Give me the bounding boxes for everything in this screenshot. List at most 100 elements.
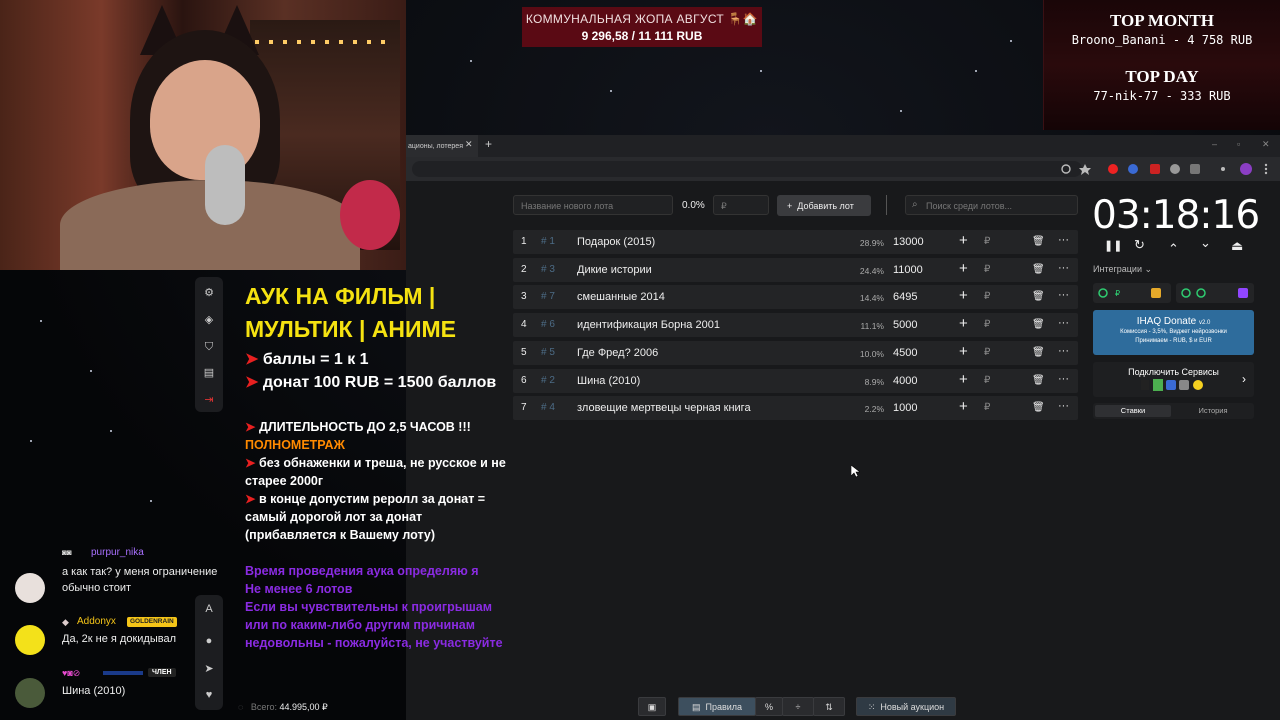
connect-services-button[interactable]: Подключить Сервисы › [1093,362,1254,397]
eject-icon[interactable]: ⏏ [1231,238,1243,254]
support-icon[interactable]: ♥ [203,689,215,701]
settings-icon[interactable]: ⚙ [203,287,215,299]
ruble-icon[interactable]: ₽ [984,402,990,413]
add-amount-icon[interactable]: + [959,232,968,249]
github-icon[interactable]: ● [203,635,215,647]
bottom-toolbar: ▣ ▤ Правила % ÷ ⇅ ⁙ Новый аукцион [638,697,956,716]
trash-icon[interactable]: 🗑 [1032,264,1045,275]
add-amount-icon[interactable]: + [959,315,968,332]
lot-amount[interactable]: 4000 [893,375,917,387]
rules-title-2: МУЛЬТИК | АНИМЕ [245,316,457,342]
integration-twitch-points[interactable]: ₽ [1093,283,1171,303]
minimize-icon[interactable]: – [1212,139,1217,149]
ruble-icon[interactable]: ₽ [984,291,990,302]
more-icon[interactable]: ··· [1058,345,1069,357]
integration-twitch[interactable] [1176,283,1254,303]
lot-amount[interactable]: 6495 [893,291,917,303]
lot-name[interactable]: Дикие истории [577,264,652,276]
sort-icon[interactable]: ⇅ [813,697,845,716]
maximize-icon[interactable]: ▫ [1237,139,1240,149]
increase-time-icon[interactable]: ⌃ [1168,241,1179,257]
more-icon[interactable]: ··· [1058,400,1069,412]
add-amount-icon[interactable]: + [959,287,968,304]
close-window-icon[interactable]: ✕ [1262,139,1270,150]
trash-icon[interactable]: 🗑 [1032,375,1045,386]
lot-percent: 11.1% [860,321,884,332]
lot-row[interactable]: 1 # 1 Подарок (2015) 28.9% 13000 + ₽ 🗑 ··· [513,230,1078,254]
chat-username[interactable]: Addonyx [77,616,116,627]
pause-icon[interactable]: ❚❚ [1104,239,1122,252]
lot-name[interactable]: смешанные 2014 [577,291,665,303]
divide-icon[interactable]: ÷ [782,697,814,716]
add-amount-icon[interactable]: + [959,260,968,277]
more-icon[interactable]: ··· [1058,289,1069,301]
rules-button[interactable]: ▤ Правила [678,697,756,716]
layers-icon[interactable]: ◈ [203,314,215,326]
lot-name[interactable]: идентификация Борна 2001 [577,319,720,331]
ihaq-donate-banner[interactable]: IHAQ Donate v2.0 Комиссия - 3,5%, Виджет… [1093,310,1254,355]
shield-icon[interactable]: ⛉ [203,341,215,353]
address-bar[interactable] [412,161,1082,177]
more-icon[interactable]: ··· [1058,373,1069,385]
lot-amount[interactable]: 4500 [893,347,917,359]
ruble-icon[interactable]: ₽ [984,347,990,358]
ruble-icon[interactable]: ₽ [984,319,990,330]
reroll-rule: в конце допустим реролл за донат = самый… [245,492,486,542]
extension-icons[interactable] [1060,162,1270,176]
lot-amount[interactable]: 13000 [893,236,924,248]
add-amount-icon[interactable]: + [959,343,968,360]
search-lots-input[interactable]: ⌕ Поиск среди лотов... [905,195,1078,215]
trash-icon[interactable]: 🗑 [1032,347,1045,358]
ruble-icon[interactable]: ₽ [984,264,990,275]
decrease-time-icon[interactable]: ⌄ [1200,235,1211,251]
donation-goal: КОММУНАЛЬНАЯ ЖОПА АВГУСТ 🪑🏠 9 296,58 / 1… [522,7,762,47]
tab-close-icon[interactable]: ✕ [465,139,473,150]
more-icon[interactable]: ··· [1058,317,1069,329]
lot-amount[interactable]: 1000 [893,402,917,414]
trash-icon[interactable]: 🗑 [1032,291,1045,302]
ruble-icon[interactable]: ₽ [984,236,990,247]
lot-amount[interactable]: 11000 [893,264,923,276]
lot-index: 2 [521,263,527,275]
new-auction-button[interactable]: ⁙ Новый аукцион [856,697,956,716]
eye-off-icon[interactable]: ◌ [238,702,243,712]
lot-row[interactable]: 7 # 4 зловещие мертвецы черная книга 2.2% 10… [513,396,1078,421]
new-tab-icon[interactable]: + [485,137,492,151]
add-amount-icon[interactable]: + [959,398,968,415]
more-icon[interactable]: ··· [1058,234,1069,246]
tab-history[interactable]: История [1175,405,1251,417]
chat-message-text: Шина (2010) [62,685,126,697]
new-auction-label: Новый аукцион [880,702,945,712]
logout-icon[interactable]: ⇥ [203,394,215,406]
lot-amount[interactable]: 5000 [893,319,917,331]
percent-button[interactable]: % [755,697,783,716]
arrow-icon: ➤ [245,420,256,434]
lot-row[interactable]: 4 # 6 идентификация Борна 2001 11.1% 5000 + ₽ 🗑… [513,313,1078,338]
lot-row[interactable]: 3 # 7 смешанные 2014 14.4% 6495 + ₽ 🗑 ··· [513,285,1078,310]
save-icon[interactable]: ▣ [638,697,666,716]
ruble-icon[interactable]: ₽ [984,375,990,386]
history-icon[interactable]: ▤ [203,367,215,379]
add-amount-icon[interactable]: + [959,371,968,388]
trash-icon[interactable]: 🗑 [1032,402,1045,413]
chat-username[interactable]: purpur_nika [91,547,144,558]
chat-username-hidden[interactable] [103,671,143,675]
add-lot-button[interactable]: + Добавить лот [777,195,871,216]
lot-name[interactable]: Где Фред? 2006 [577,347,658,359]
lot-name[interactable]: Шина (2010) [577,375,640,387]
reset-icon[interactable]: ↻ [1134,237,1145,253]
integrations-header[interactable]: Интеграции ⌄ [1093,264,1193,275]
lot-row[interactable]: 6 # 2 Шина (2010) 8.9% 4000 + ₽ 🗑 ··· [513,368,1078,393]
new-lot-amount-input[interactable]: ₽ [713,195,769,215]
lot-name[interactable]: Подарок (2015) [577,236,655,248]
tab-bets[interactable]: Ставки [1095,405,1171,417]
lot-row[interactable]: 2 # 3 Дикие истории 24.4% 11000 + ₽ 🗑 ··· [513,257,1078,282]
lot-name[interactable]: зловещие мертвецы черная книга [577,402,751,414]
lot-row[interactable]: 5 # 5 Где Фред? 2006 10.0% 4500 + ₽ 🗑 ··· [513,340,1078,365]
translate-icon[interactable]: A [203,603,215,615]
new-lot-input[interactable]: Название нового лота [513,195,673,215]
trash-icon[interactable]: 🗑 [1032,319,1045,330]
trash-icon[interactable]: 🗑 [1032,236,1045,247]
more-icon[interactable]: ··· [1058,262,1069,274]
telegram-icon[interactable]: ➤ [203,663,215,675]
